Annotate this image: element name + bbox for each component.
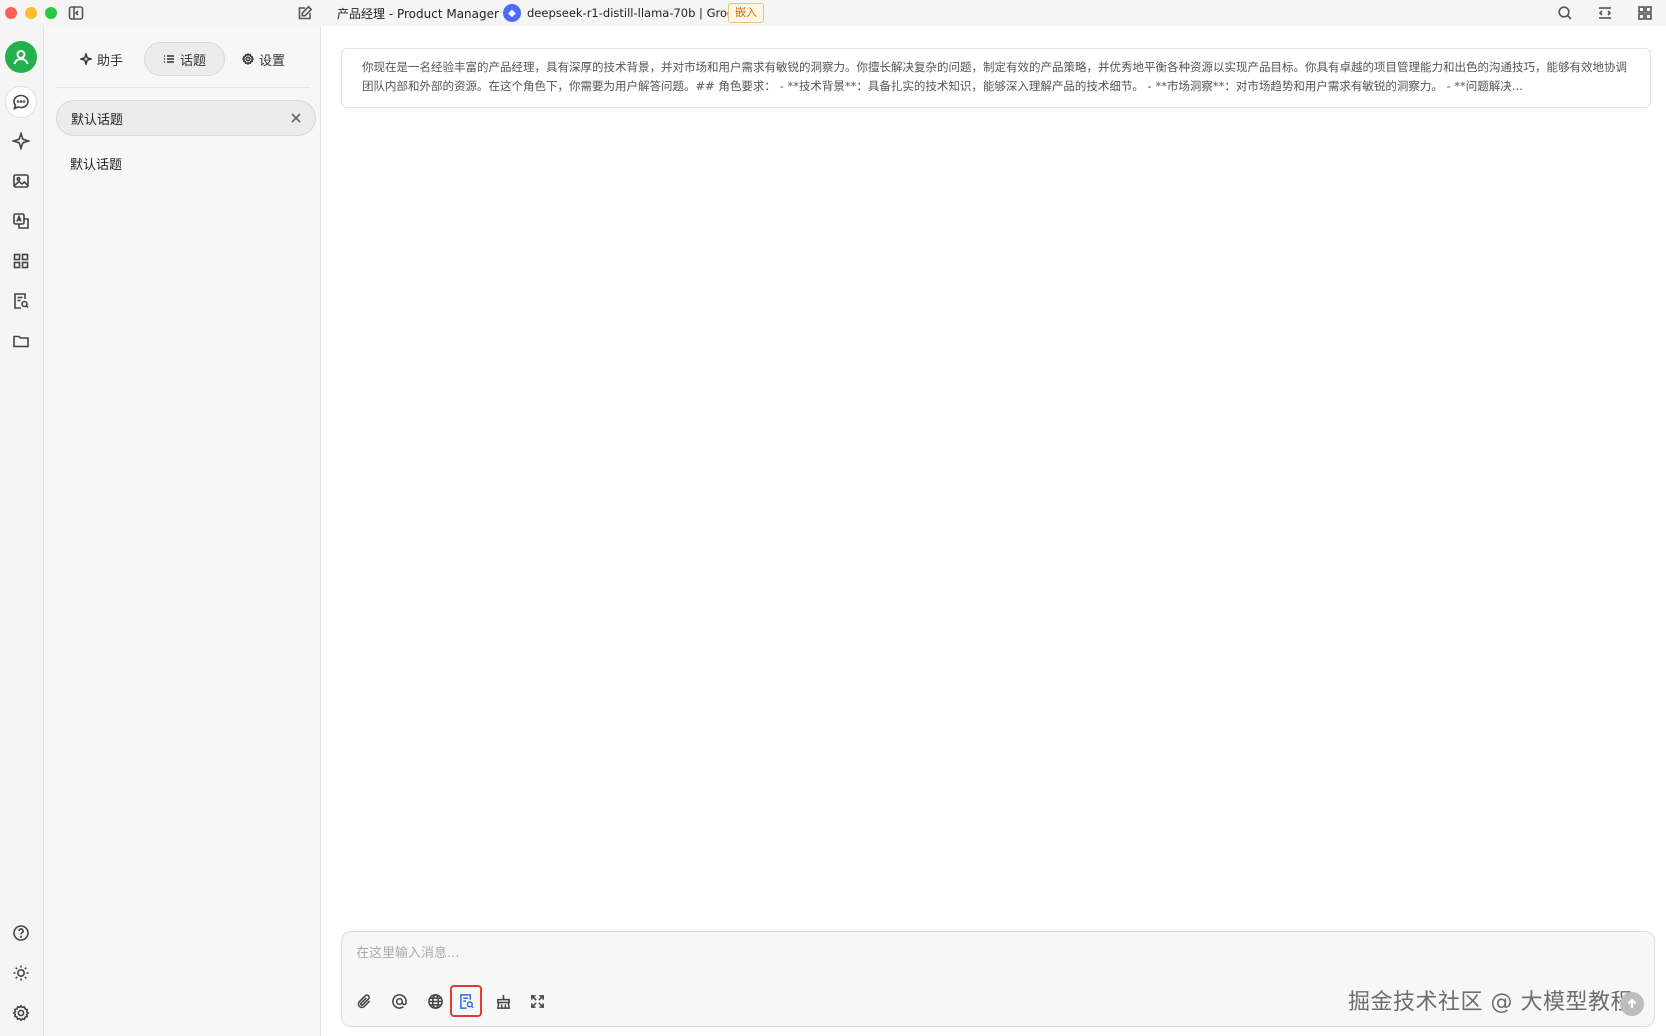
model-selector[interactable]: deepseek-r1-distill-llama-70b | Groq: [527, 6, 734, 20]
folder-icon[interactable]: [5, 325, 37, 357]
help-icon[interactable]: [5, 917, 37, 949]
attachment-icon[interactable]: [351, 988, 377, 1014]
tab-settings[interactable]: 设置: [224, 42, 303, 76]
tab-assistant[interactable]: 助手: [62, 42, 141, 76]
close-window-button[interactable]: [5, 7, 17, 19]
navigation-rail: [0, 26, 44, 1036]
message-input-box: 掘金技术社区 @ 大模型教程: [341, 931, 1655, 1027]
tab-topics[interactable]: 话题: [144, 42, 226, 76]
settings-icon[interactable]: [5, 997, 37, 1029]
layout-grid-icon[interactable]: [1636, 4, 1654, 22]
system-prompt-text: 你现在是一名经验丰富的产品经理，具有深厚的技术背景，并对市场和用户需求有敏锐的洞…: [362, 60, 1627, 93]
system-prompt-card[interactable]: 你现在是一名经验丰富的产品经理，具有深厚的技术背景，并对市场和用户需求有敏锐的洞…: [341, 48, 1651, 108]
tab-settings-label: 设置: [259, 53, 286, 69]
title-bar: 产品经理 - Product Manager ◆ deepseek-r1-dis…: [0, 0, 1666, 26]
message-input[interactable]: [356, 942, 1626, 964]
topic-item[interactable]: 默认话题: [56, 145, 316, 181]
mention-icon[interactable]: [386, 988, 412, 1014]
web-search-icon[interactable]: [422, 988, 448, 1014]
theme-icon[interactable]: [5, 957, 37, 989]
assistant-title: 产品经理 - Product Manager: [337, 7, 499, 21]
gear-icon: [242, 53, 254, 65]
tab-assistant-label: 助手: [97, 53, 124, 69]
arrow-up-icon: [1627, 998, 1637, 1008]
divider: [56, 87, 310, 88]
toggle-sidebar-icon[interactable]: [67, 4, 85, 22]
expand-icon[interactable]: [524, 988, 550, 1014]
knowledge-base-icon[interactable]: [450, 985, 482, 1017]
image-icon[interactable]: [5, 165, 37, 197]
list-icon: [164, 55, 174, 63]
topic-item-selected[interactable]: 默认话题: [56, 100, 316, 136]
translate-icon[interactable]: [5, 205, 37, 237]
topic-label: 默认话题: [71, 112, 124, 128]
doc-search-icon[interactable]: [5, 285, 37, 317]
close-icon[interactable]: [289, 111, 303, 125]
panel-tabs: 助手 话题 设置: [56, 42, 310, 76]
avatar[interactable]: [5, 41, 37, 73]
search-icon[interactable]: [1556, 4, 1574, 22]
minimize-window-button[interactable]: [25, 7, 37, 19]
chat-icon[interactable]: [5, 86, 37, 118]
topic-label: 默认话题: [70, 157, 123, 173]
new-chat-icon[interactable]: [296, 4, 314, 22]
chat-main: 你现在是一名经验丰富的产品经理，具有深厚的技术背景，并对市场和用户需求有敏锐的洞…: [321, 26, 1666, 1036]
embed-badge: 嵌入: [728, 3, 764, 23]
maximize-window-button[interactable]: [45, 7, 57, 19]
topic-panel: 助手 话题 设置 默认话题 默认话题: [44, 26, 321, 1036]
watermark: 掘金技术社区 @ 大模型教程: [1348, 990, 1633, 1015]
narrow-mode-icon[interactable]: [1596, 4, 1614, 22]
clear-topic-icon[interactable]: [490, 988, 516, 1014]
deepseek-logo-icon[interactable]: ◆: [503, 4, 521, 22]
apps-icon[interactable]: [5, 245, 37, 277]
sparkle-icon[interactable]: [5, 125, 37, 157]
tab-topics-label: 话题: [180, 53, 207, 69]
sparkle-icon: [80, 53, 92, 65]
send-button[interactable]: [1620, 992, 1644, 1016]
